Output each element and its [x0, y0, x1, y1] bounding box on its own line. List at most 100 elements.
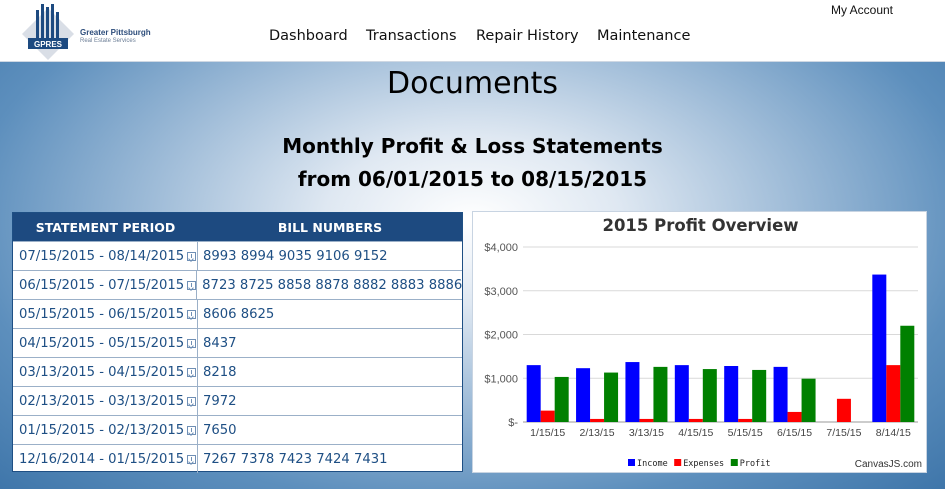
table-row: 02/13/2015 - 03/13/2015 7972	[13, 386, 462, 415]
statement-period[interactable]: 06/15/2015 - 07/15/2015	[19, 278, 184, 293]
statement-period-link[interactable]: 12/16/2014 - 01/15/2015	[13, 445, 198, 473]
statement-period-link[interactable]: 07/15/2015 - 08/14/2015	[13, 242, 198, 270]
download-icon[interactable]	[187, 280, 197, 290]
y-tick-label: $2,000	[484, 330, 518, 342]
bar-profit	[752, 369, 767, 422]
logo-name: Greater Pittsburgh	[80, 28, 151, 37]
page-date-range: from 06/01/2015 to 08/15/2015	[297, 167, 648, 191]
nav-repair-history[interactable]: Repair History	[476, 28, 579, 44]
bar-expenses	[639, 418, 654, 422]
bar-income	[674, 365, 689, 422]
nav-dashboard[interactable]: Dashboard	[269, 28, 348, 44]
x-tick-label: 4/15/15	[678, 427, 713, 439]
download-icon[interactable]	[187, 309, 197, 319]
legend-swatch	[730, 459, 738, 466]
logo-subtitle: Real Estate Services	[80, 38, 136, 44]
bar-expenses	[787, 411, 802, 422]
bill-numbers: 8437	[203, 335, 237, 351]
table-row: 12/16/2014 - 01/15/2015 7267 7378 7423 74…	[13, 444, 462, 473]
y-tick-label: $4,000	[484, 242, 518, 254]
table-row: 01/15/2015 - 02/13/2015 7650	[13, 415, 462, 444]
page-title: Documents	[386, 66, 559, 101]
nav-maintenance[interactable]: Maintenance	[597, 28, 690, 44]
x-tick-label: 7/15/15	[826, 427, 861, 439]
bar-profit	[900, 325, 915, 422]
my-account-link[interactable]: My Account	[831, 3, 893, 17]
statement-period[interactable]: 05/15/2015 - 06/15/2015	[19, 307, 184, 322]
bar-profit	[801, 378, 816, 422]
statement-period-link[interactable]: 03/13/2015 - 04/15/2015	[13, 358, 198, 386]
bill-numbers: 7972	[203, 393, 237, 409]
table-row: 07/15/2015 - 08/14/2015 8993 8994 9035 91…	[13, 241, 462, 270]
statement-period[interactable]: 01/15/2015 - 02/13/2015	[19, 423, 184, 438]
page-subtitle: Monthly Profit & Loss Statements	[282, 134, 663, 158]
statement-period[interactable]: 04/15/2015 - 05/15/2015	[19, 336, 184, 351]
top-bar: GPRES Greater Pittsburgh Real Estate Ser…	[0, 0, 945, 62]
download-icon[interactable]	[187, 425, 197, 435]
chart-credit[interactable]: CanvasJS.com	[855, 459, 922, 470]
bar-income	[526, 365, 541, 422]
header-bill-numbers: BILL NUMBERS	[277, 219, 383, 235]
y-tick-label: $1,000	[484, 373, 518, 385]
statement-period[interactable]: 02/13/2015 - 03/13/2015	[19, 394, 184, 409]
bar-expenses	[540, 410, 555, 422]
gpres-logo-icon: GPRES	[22, 4, 74, 60]
table-row: 05/15/2015 - 06/15/2015 8606 8625	[13, 299, 462, 328]
bill-numbers: 8993 8994 9035 9106 9152	[203, 248, 388, 264]
bar-profit	[702, 369, 717, 422]
bill-numbers: 8723 8725 8858 8878 8882 8883 8886	[202, 277, 463, 293]
bar-profit	[554, 376, 569, 422]
table-row: 06/15/2015 - 07/15/2015 8723 8725 8858 88…	[13, 270, 462, 299]
statement-period[interactable]: 12/16/2014 - 01/15/2015	[19, 452, 184, 467]
bar-income	[872, 274, 887, 422]
profit-chart: 2015 Profit Overview $- $1,000 $2,000 $3,00…	[472, 211, 927, 473]
statement-period-link[interactable]: 06/15/2015 - 07/15/2015	[13, 271, 198, 299]
y-tick-label: $3,000	[484, 286, 518, 298]
bar-expenses	[590, 418, 605, 422]
bar-profit	[604, 372, 619, 422]
header-statement-period: STATEMENT PERIOD	[35, 219, 176, 235]
x-tick-label: 3/13/15	[629, 427, 664, 439]
bar-income	[576, 368, 591, 422]
statements-table: STATEMENT PERIOD BILL NUMBERS 07/15/2015…	[12, 212, 463, 473]
download-icon[interactable]	[187, 454, 197, 464]
statement-period[interactable]: 03/13/2015 - 04/15/2015	[19, 365, 184, 380]
x-tick-label: 6/15/15	[777, 427, 812, 439]
y-tick-label: $-	[508, 417, 518, 429]
table-header: STATEMENT PERIOD BILL NUMBERS	[13, 213, 462, 241]
legend-label: Income	[637, 459, 668, 469]
download-icon[interactable]	[187, 338, 197, 348]
bar-income	[773, 366, 788, 422]
bar-expenses	[738, 418, 753, 422]
legend-label: Profit	[740, 459, 771, 469]
download-icon[interactable]	[187, 367, 197, 377]
table-row: 04/15/2015 - 05/15/2015 8437	[13, 328, 462, 357]
bill-numbers: 7650	[203, 422, 237, 438]
statement-period-link[interactable]: 04/15/2015 - 05/15/2015	[13, 329, 198, 357]
table-row: 03/13/2015 - 04/15/2015 8218	[13, 357, 462, 386]
bill-numbers: 8606 8625	[203, 306, 275, 322]
x-tick-label: 1/15/15	[530, 427, 565, 439]
download-icon[interactable]	[187, 251, 197, 261]
legend-swatch	[628, 459, 635, 466]
statement-period-link[interactable]: 02/13/2015 - 03/13/2015	[13, 387, 198, 415]
statement-period-link[interactable]: 05/15/2015 - 06/15/2015	[13, 300, 198, 328]
x-tick-label: 2/13/15	[580, 427, 615, 439]
bill-numbers: 8218	[203, 364, 237, 380]
bar-expenses	[688, 418, 703, 422]
statement-period-link[interactable]: 01/15/2015 - 02/13/2015	[13, 416, 198, 444]
x-tick-label: 5/15/15	[728, 427, 763, 439]
bar-income	[724, 366, 739, 422]
nav-transactions[interactable]: Transactions	[366, 28, 457, 44]
statement-period[interactable]: 07/15/2015 - 08/14/2015	[19, 249, 184, 264]
logo-badge-text: GPRES	[34, 40, 63, 49]
legend-label: Expenses	[683, 459, 724, 469]
bar-expenses	[886, 365, 901, 422]
legend-swatch	[674, 459, 682, 466]
bar-profit	[653, 366, 668, 422]
bill-numbers: 7267 7378 7423 7424 7431	[203, 451, 388, 467]
x-tick-label: 8/14/15	[876, 427, 911, 439]
bar-income	[625, 362, 640, 422]
download-icon[interactable]	[187, 396, 197, 406]
company-logo[interactable]: GPRES Greater Pittsburgh Real Estate Ser…	[18, 2, 178, 60]
